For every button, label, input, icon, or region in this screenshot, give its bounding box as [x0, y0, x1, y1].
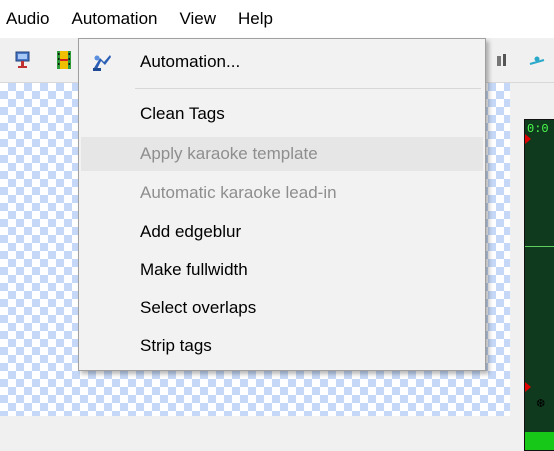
audio-icon[interactable] [494, 50, 512, 70]
menu-automation[interactable]: Automation [60, 0, 168, 38]
menu-audio[interactable]: Audio [0, 0, 60, 38]
menu-item-strip-tags[interactable]: Strip tags [81, 329, 483, 363]
style-manager-icon[interactable] [14, 50, 32, 70]
menu-item-label: Automatic karaoke lead-in [140, 183, 337, 202]
menu-bar: Audio Automation View Help [0, 0, 554, 38]
menu-item-label: Apply karaoke template [140, 144, 318, 163]
menu-item-label: Add edgeblur [140, 222, 242, 241]
menu-item-label: Make fullwidth [140, 260, 248, 279]
menu-item-add-edgeblur[interactable]: Add edgeblur [81, 215, 483, 249]
automation-robot-icon [91, 52, 113, 72]
menu-item-label: Select overlaps [140, 298, 257, 317]
menu-view[interactable]: View [168, 0, 227, 38]
menu-item-make-fullwidth[interactable]: Make fullwidth [81, 253, 483, 287]
audio-start-marker [525, 134, 531, 144]
menu-item-clean-tags[interactable]: Clean Tags [81, 97, 483, 131]
menu-item-label: Strip tags [140, 336, 212, 355]
menu-separator [135, 88, 481, 89]
audio-panel: 0:0 ❆ [510, 83, 554, 451]
audio-control-icon[interactable]: ❆ [536, 397, 545, 410]
audio-timeline-bar [525, 432, 554, 450]
menu-item-automatic-karaoke-lead-in[interactable]: Automatic karaoke lead-in [81, 176, 483, 210]
menu-item-apply-karaoke-template[interactable]: Apply karaoke template [81, 137, 483, 171]
film-strip-icon[interactable] [55, 50, 73, 70]
pen-icon[interactable] [528, 50, 546, 70]
audio-center-line [525, 246, 554, 247]
automation-menu: Automation... Clean Tags Apply karaoke t… [78, 38, 486, 371]
menu-item-label: Automation... [140, 52, 241, 71]
menu-item-automation[interactable]: Automation... [81, 45, 483, 79]
menu-item-label: Clean Tags [140, 104, 225, 123]
menu-help[interactable]: Help [227, 0, 284, 38]
menu-item-select-overlaps[interactable]: Select overlaps [81, 291, 483, 325]
audio-end-marker [525, 382, 531, 392]
